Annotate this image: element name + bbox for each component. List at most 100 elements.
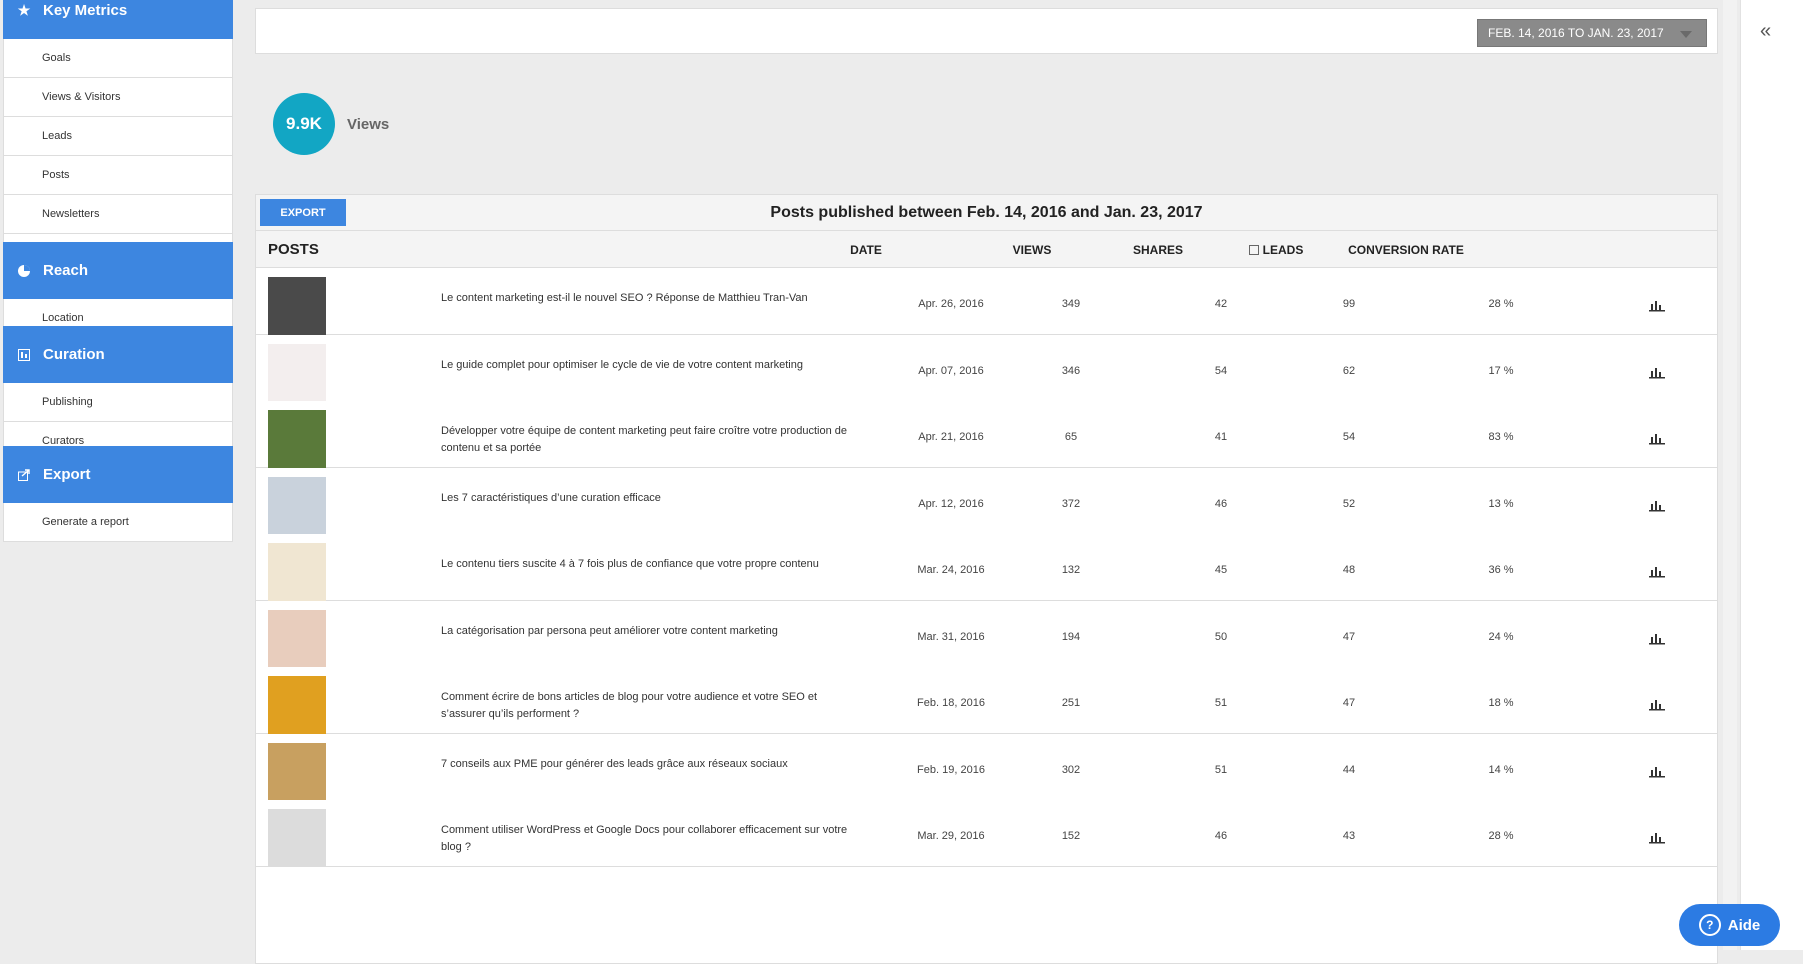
post-views: 194 <box>1061 630 1081 643</box>
sidebar-item-publishing[interactable]: Publishing <box>3 383 233 422</box>
table-row[interactable]: Comment utiliser WordPress et Google Doc… <box>256 800 1717 867</box>
post-conversion-rate: 14 % <box>1488 763 1514 776</box>
col-header-shares[interactable]: SHARES <box>1108 243 1208 257</box>
col-header-date[interactable]: DATE <box>816 243 916 257</box>
post-conversion-rate: 36 % <box>1488 564 1514 576</box>
post-conversion-rate: 17 % <box>1488 364 1514 377</box>
views-metric-circle: 9.9K <box>273 93 335 155</box>
chevron-down-icon <box>1680 31 1692 38</box>
post-title[interactable]: Développer votre équipe de content marke… <box>441 423 861 457</box>
post-date: Feb. 18, 2016 <box>917 697 985 709</box>
sort-icon <box>1248 245 1259 255</box>
column-headers: POSTS DATE VIEWS SHARES LEADS CONVERSION… <box>256 231 1717 268</box>
post-views: 372 <box>1061 497 1081 510</box>
post-views: 251 <box>1061 697 1081 709</box>
sidebar-header-curation[interactable]: Curation <box>3 326 233 383</box>
col-header-leads[interactable]: LEADS <box>1216 243 1336 257</box>
post-date: Mar. 24, 2016 <box>917 564 985 576</box>
sidebar-item-views-visitors[interactable]: Views & Visitors <box>3 78 233 117</box>
bar-chart-icon[interactable] <box>1649 298 1665 312</box>
post-shares: 54 <box>1214 364 1228 377</box>
post-title[interactable]: Comment écrire de bons articles de blog … <box>441 689 861 723</box>
date-range-dropdown[interactable]: FEB. 14, 2016 TO JAN. 23, 2017 <box>1477 19 1707 47</box>
sidebar-header-label: Key Metrics <box>43 2 128 19</box>
post-title[interactable]: Comment utiliser WordPress et Google Doc… <box>441 822 861 856</box>
post-thumbnail[interactable] <box>268 343 326 402</box>
bar-chart-icon[interactable] <box>1649 498 1665 512</box>
bar-chart-icon[interactable] <box>1649 564 1665 578</box>
sidebar-header-reach[interactable]: Reach <box>3 242 233 299</box>
post-leads: 47 <box>1342 630 1356 643</box>
post-leads: 43 <box>1342 830 1356 842</box>
post-title[interactable]: La catégorisation par persona peut améli… <box>441 623 861 640</box>
post-conversion-rate: 28 % <box>1488 830 1514 842</box>
post-thumbnail[interactable] <box>268 476 326 535</box>
post-thumbnail[interactable] <box>268 277 326 335</box>
bar-chart-icon[interactable] <box>1649 830 1665 844</box>
table-row[interactable]: La catégorisation par persona peut améli… <box>256 600 1717 668</box>
post-thumbnail[interactable] <box>268 742 326 801</box>
post-title[interactable]: Le guide complet pour optimiser le cycle… <box>441 357 861 374</box>
post-title[interactable]: Le content marketing est-il le nouvel SE… <box>441 290 861 307</box>
post-title[interactable]: 7 conseils aux PME pour générer des lead… <box>441 756 861 773</box>
post-thumbnail[interactable] <box>268 676 326 734</box>
post-title[interactable]: Le contenu tiers suscite 4 à 7 fois plus… <box>441 556 861 573</box>
col-header-views[interactable]: VIEWS <box>982 243 1082 257</box>
post-thumbnail[interactable] <box>268 609 326 668</box>
table-row[interactable]: Le guide complet pour optimiser le cycle… <box>256 334 1717 402</box>
date-range-label: FEB. 14, 2016 TO JAN. 23, 2017 <box>1488 26 1664 40</box>
bar-chart-icon[interactable] <box>1649 631 1665 645</box>
help-button[interactable]: ? Aide <box>1679 904 1780 946</box>
sidebar-item-generate-report[interactable]: Generate a report <box>3 503 233 542</box>
post-leads: 48 <box>1342 564 1356 576</box>
col-header-conversion[interactable]: CONVERSION RATE <box>1336 243 1476 257</box>
post-thumbnail[interactable] <box>268 410 326 468</box>
post-conversion-rate: 13 % <box>1488 497 1514 510</box>
post-conversion-rate: 83 % <box>1488 431 1514 443</box>
post-leads: 52 <box>1342 497 1356 510</box>
sidebar-header-export[interactable]: Export <box>3 446 233 503</box>
post-title[interactable]: Les 7 caractéristiques d’une curation ef… <box>441 490 861 507</box>
sidebar-section-curation: Curation Publishing Curators <box>3 326 233 461</box>
scrollbar[interactable] <box>1723 0 1737 950</box>
post-thumbnail[interactable] <box>268 543 326 601</box>
post-shares: 50 <box>1214 630 1228 643</box>
views-value: 9.9K <box>286 114 322 133</box>
post-thumbnail[interactable] <box>268 809 326 867</box>
sidebar-item-goals[interactable]: Goals <box>3 39 233 78</box>
table-row[interactable]: Les 7 caractéristiques d’une curation ef… <box>256 467 1717 535</box>
sidebar-item-leads[interactable]: Leads <box>3 117 233 156</box>
post-shares: 46 <box>1214 830 1228 842</box>
post-views: 346 <box>1061 364 1081 377</box>
post-views: 302 <box>1061 763 1081 776</box>
post-date: Apr. 21, 2016 <box>918 431 984 443</box>
posts-table: EXPORT Posts published between Feb. 14, … <box>255 194 1718 964</box>
table-row[interactable]: Développer votre équipe de content marke… <box>256 401 1717 468</box>
table-row[interactable]: Comment écrire de bons articles de blog … <box>256 667 1717 734</box>
table-row[interactable]: 7 conseils aux PME pour générer des lead… <box>256 733 1717 801</box>
views-label: Views <box>347 116 390 133</box>
sidebar-section-key-metrics: ★ Key Metrics Goals Views & Visitors Lea… <box>3 0 233 269</box>
bar-chart-icon[interactable] <box>1649 365 1665 379</box>
post-views: 132 <box>1061 564 1081 576</box>
post-leads: 62 <box>1342 364 1356 377</box>
post-views: 349 <box>1061 298 1081 310</box>
pie-icon <box>17 264 31 278</box>
post-views: 65 <box>1064 431 1078 443</box>
help-label: Aide <box>1727 916 1761 934</box>
post-shares: 51 <box>1214 697 1228 709</box>
table-header-bar: EXPORT Posts published between Feb. 14, … <box>256 195 1717 231</box>
sidebar-item-posts[interactable]: Posts <box>3 156 233 195</box>
sidebar-item-newsletters[interactable]: Newsletters <box>3 195 233 234</box>
collapse-panel-icon[interactable]: « <box>1760 20 1771 43</box>
table-row[interactable]: Le content marketing est-il le nouvel SE… <box>256 268 1717 335</box>
star-icon: ★ <box>17 2 31 18</box>
col-header-posts: POSTS <box>268 241 319 258</box>
bar-chart-icon[interactable] <box>1649 431 1665 445</box>
table-row[interactable]: Le contenu tiers suscite 4 à 7 fois plus… <box>256 534 1717 601</box>
bar-chart-icon[interactable] <box>1649 697 1665 711</box>
sidebar-header-key-metrics[interactable]: ★ Key Metrics <box>3 0 233 39</box>
post-date: Mar. 29, 2016 <box>917 830 985 842</box>
bar-chart-icon[interactable] <box>1649 764 1665 778</box>
post-leads: 99 <box>1342 298 1356 310</box>
